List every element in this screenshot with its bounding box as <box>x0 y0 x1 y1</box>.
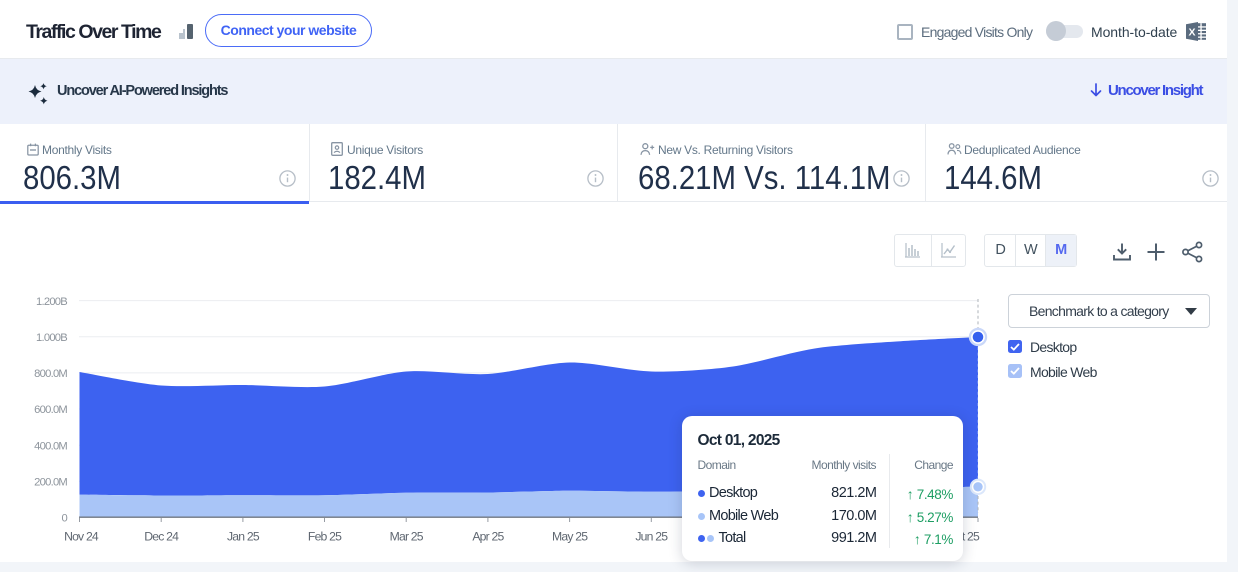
svg-text:0: 0 <box>62 512 68 524</box>
svg-text:May 25: May 25 <box>552 530 588 544</box>
svg-text:600.0M: 600.0M <box>34 404 67 416</box>
svg-text:Feb 25: Feb 25 <box>308 530 342 544</box>
svg-text:200.0M: 200.0M <box>34 477 67 489</box>
svg-text:Jun 25: Jun 25 <box>635 530 668 544</box>
svg-text:Dec 24: Dec 24 <box>144 530 179 544</box>
svg-text:1.200B: 1.200B <box>36 296 67 308</box>
svg-text:Jan 25: Jan 25 <box>227 530 260 544</box>
svg-text:X: X <box>1188 26 1195 38</box>
svg-text:1.000B: 1.000B <box>36 332 67 344</box>
svg-text:800.0M: 800.0M <box>34 368 67 380</box>
svg-text:Apr 25: Apr 25 <box>472 530 504 544</box>
svg-text:Nov 24: Nov 24 <box>64 530 99 544</box>
svg-text:400.0M: 400.0M <box>34 440 67 452</box>
svg-text:Mar 25: Mar 25 <box>390 530 424 544</box>
